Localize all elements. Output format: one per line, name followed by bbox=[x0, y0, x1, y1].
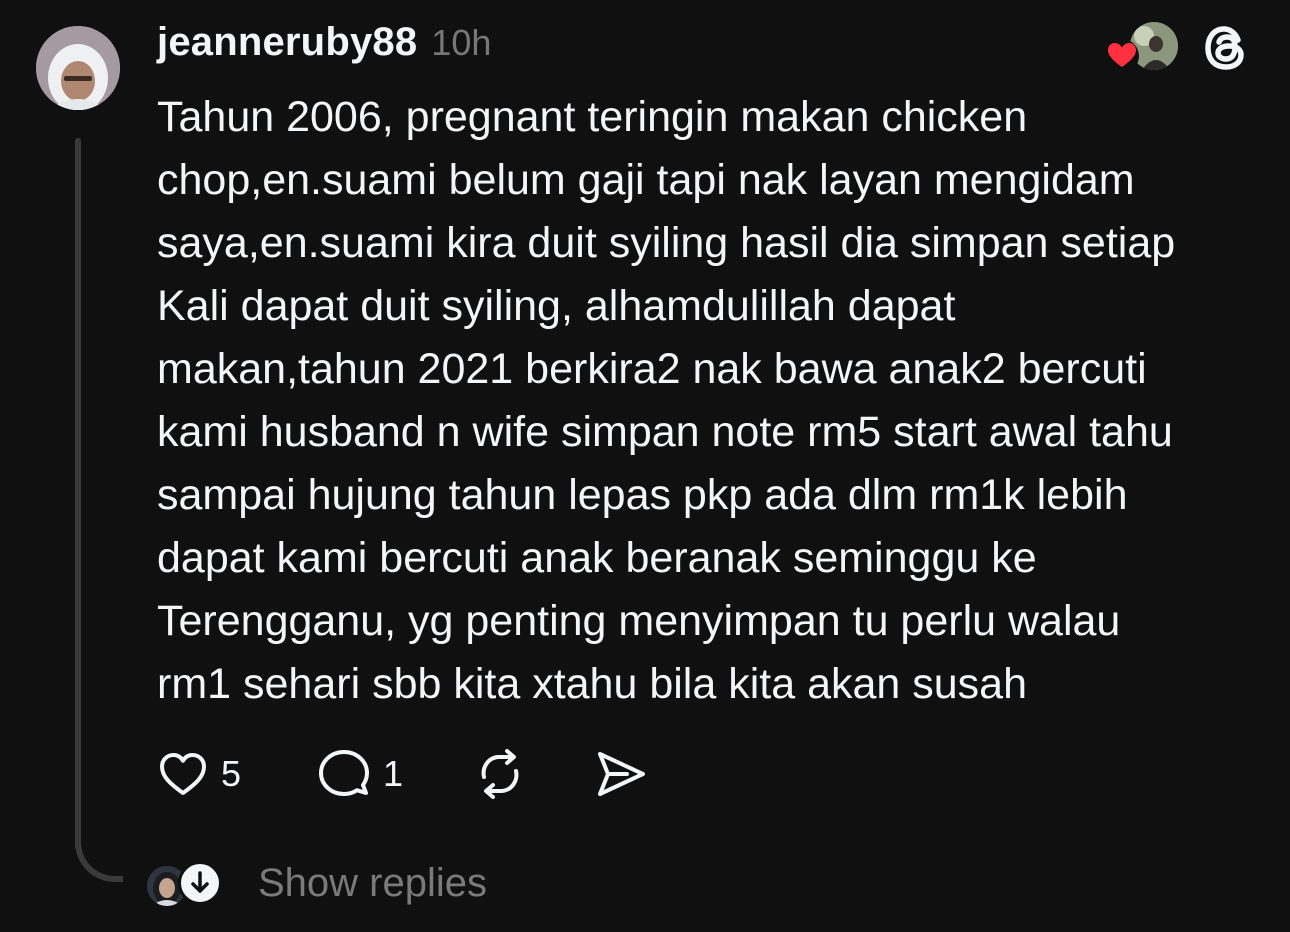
author-avatar[interactable] bbox=[36, 26, 120, 110]
post-body-line: rm1 sehari sbb kita xtahu bila kita akan… bbox=[157, 660, 1028, 708]
share-button[interactable] bbox=[593, 746, 649, 802]
thread-connector-curve bbox=[75, 820, 123, 882]
like-button[interactable]: 5 bbox=[157, 746, 279, 802]
action-bar: 5 1 bbox=[157, 746, 649, 802]
show-replies-button[interactable]: Show replies bbox=[144, 856, 487, 910]
post-body-line: dapat kami bercuti anak beranak seminggu… bbox=[157, 534, 1037, 582]
threads-logo-icon[interactable] bbox=[1198, 20, 1254, 76]
post-body-line: Kali dapat duit syiling, alhamdulillah d… bbox=[157, 282, 956, 330]
post-body-line: Tahun 2006, pregnant teringin makan chic… bbox=[157, 93, 1028, 141]
post-body-line: Terengganu, yg penting menyimpan tu perl… bbox=[157, 597, 1121, 645]
arrow-down-icon bbox=[178, 861, 222, 905]
post-header: jeanneruby88 10h bbox=[157, 20, 491, 76]
post-body-line: makan,tahun 2021 berkira2 nak bawa anak2… bbox=[157, 345, 1147, 393]
reply-count: 1 bbox=[383, 753, 404, 794]
like-count: 5 bbox=[221, 753, 242, 794]
author-avatar-image bbox=[36, 26, 120, 110]
liked-by-author-indicator bbox=[1104, 20, 1178, 74]
repost-button[interactable] bbox=[473, 746, 593, 802]
post-timestamp: 10h bbox=[431, 22, 492, 63]
thread-connector-line bbox=[75, 138, 81, 850]
repost-icon bbox=[481, 749, 519, 799]
post-body-line: chop,en.suami belum gaji tapi nak layan … bbox=[157, 156, 1135, 204]
send-icon bbox=[598, 752, 645, 796]
heart-filled-icon bbox=[1105, 39, 1139, 73]
post-body-line: sampai hujung tahun lepas pkp ada dlm rm… bbox=[157, 471, 1128, 519]
post-body-line: kami husband n wife simpan note rm5 star… bbox=[157, 408, 1173, 456]
post-body-line: saya,en.suami kira duit syiling hasil di… bbox=[157, 219, 1176, 267]
post-body: Tahun 2006, pregnant teringin makan chic… bbox=[157, 86, 1267, 716]
speech-bubble-icon bbox=[319, 750, 369, 796]
show-replies-label: Show replies bbox=[258, 860, 488, 905]
username[interactable]: jeanneruby88 bbox=[157, 20, 417, 65]
heart-outline-icon bbox=[160, 753, 206, 795]
reply-button[interactable]: 1 bbox=[317, 746, 473, 802]
reply-avatars bbox=[144, 859, 224, 909]
